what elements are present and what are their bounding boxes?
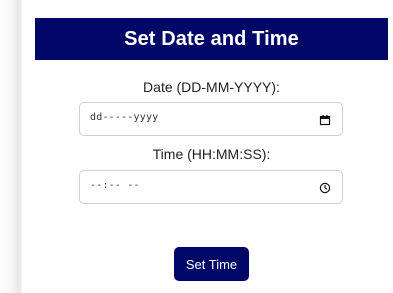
date-label: Date (DD-MM-YYYY): — [143, 79, 280, 95]
time-label: Time (HH:MM:SS): — [152, 146, 271, 162]
form-header: Set Date and Time — [35, 18, 388, 60]
date-input-value: dd-----yyyy — [90, 112, 159, 123]
date-input[interactable]: dd-----yyyy — [79, 102, 343, 136]
calendar-icon[interactable] — [319, 113, 331, 126]
time-input[interactable]: --:-- -- — [79, 170, 343, 204]
time-input-value: --:-- -- — [90, 180, 140, 191]
set-time-button[interactable]: Set Time — [174, 247, 249, 281]
form-title: Set Date and Time — [124, 27, 299, 50]
page: Set Date and Time Date (DD-MM-YYYY): dd-… — [0, 0, 393, 293]
page-shadow — [0, 0, 22, 293]
clock-icon[interactable] — [319, 181, 331, 194]
datetime-form-card: Set Date and Time Date (DD-MM-YYYY): dd-… — [22, 0, 393, 293]
